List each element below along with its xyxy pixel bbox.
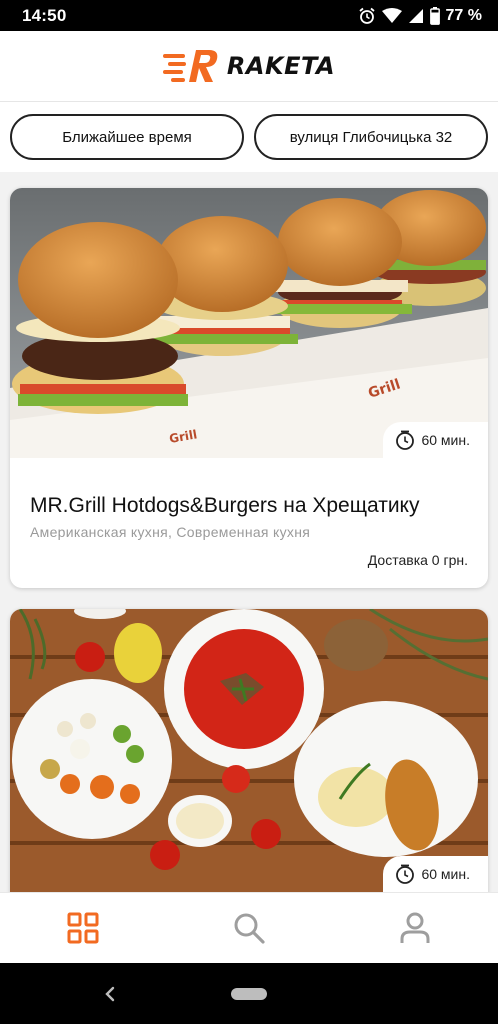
status-icons: 77 % [358, 6, 482, 25]
borscht-table-photo [10, 609, 488, 892]
restaurant-card[interactable]: Grill Grill 60 мин. MR.Grill Hotdogs&Bur… [10, 188, 488, 588]
rocket-r-logo-icon [162, 50, 218, 82]
home-pill[interactable] [231, 987, 267, 1000]
status-time: 14:50 [22, 5, 67, 25]
app-header: RAKETA [0, 31, 498, 102]
address-label: вулиця Глибочицька 32 [289, 128, 453, 146]
restaurant-photo-borscht: 60 мин. [10, 609, 488, 892]
eta-text: 60 мин. [421, 866, 470, 882]
nav-home[interactable] [43, 898, 123, 958]
burgers-photo: Grill Grill [10, 188, 488, 458]
battery-percent: 77 % [445, 6, 482, 24]
brand-logo[interactable]: RAKETA [162, 49, 336, 83]
restaurant-feed[interactable]: Grill Grill 60 мин. MR.Grill Hotdogs&Bur… [0, 172, 498, 892]
delivery-fee: Доставка 0 грн. [367, 552, 468, 568]
profile-icon [400, 912, 430, 943]
address-chip[interactable]: вулиця Глибочицька 32 [254, 114, 488, 160]
cell-signal-icon [408, 8, 423, 23]
delivery-time-chip[interactable]: Ближайшее время [10, 114, 244, 160]
wifi-icon [381, 7, 402, 23]
search-icon [234, 913, 265, 944]
eta-text: 60 мин. [421, 432, 470, 448]
status-bar: 14:50 77 % [0, 0, 498, 31]
restaurant-name: MR.Grill Hotdogs&Burgers на Хрещатику [30, 494, 420, 517]
system-nav-bar [0, 963, 498, 1024]
restaurant-photo-burgers: Grill Grill 60 мин. [10, 188, 488, 458]
eta-badge: 60 мин. [383, 422, 488, 458]
clock-icon [396, 864, 415, 884]
filter-bar: Ближайшее время вулиця Глибочицька 32 [0, 102, 498, 172]
restaurant-card[interactable]: 60 мин. [10, 609, 488, 892]
restaurant-info: MR.Grill Hotdogs&Burgers на Хрещатику Ам… [10, 458, 488, 540]
nav-profile[interactable] [375, 898, 455, 958]
back-icon[interactable] [104, 985, 116, 1003]
alarm-icon [358, 7, 375, 24]
bottom-nav [0, 892, 498, 963]
delivery-time-label: Ближайшее время [62, 128, 192, 146]
clock-icon [396, 430, 415, 450]
restaurant-cuisines: Американская кухня, Современная кухня [30, 524, 311, 540]
nav-search[interactable] [209, 898, 289, 958]
brand-name: RAKETA [226, 52, 336, 80]
eta-badge: 60 мин. [383, 856, 488, 892]
home-grid-icon [67, 912, 99, 944]
battery-icon [429, 6, 440, 25]
